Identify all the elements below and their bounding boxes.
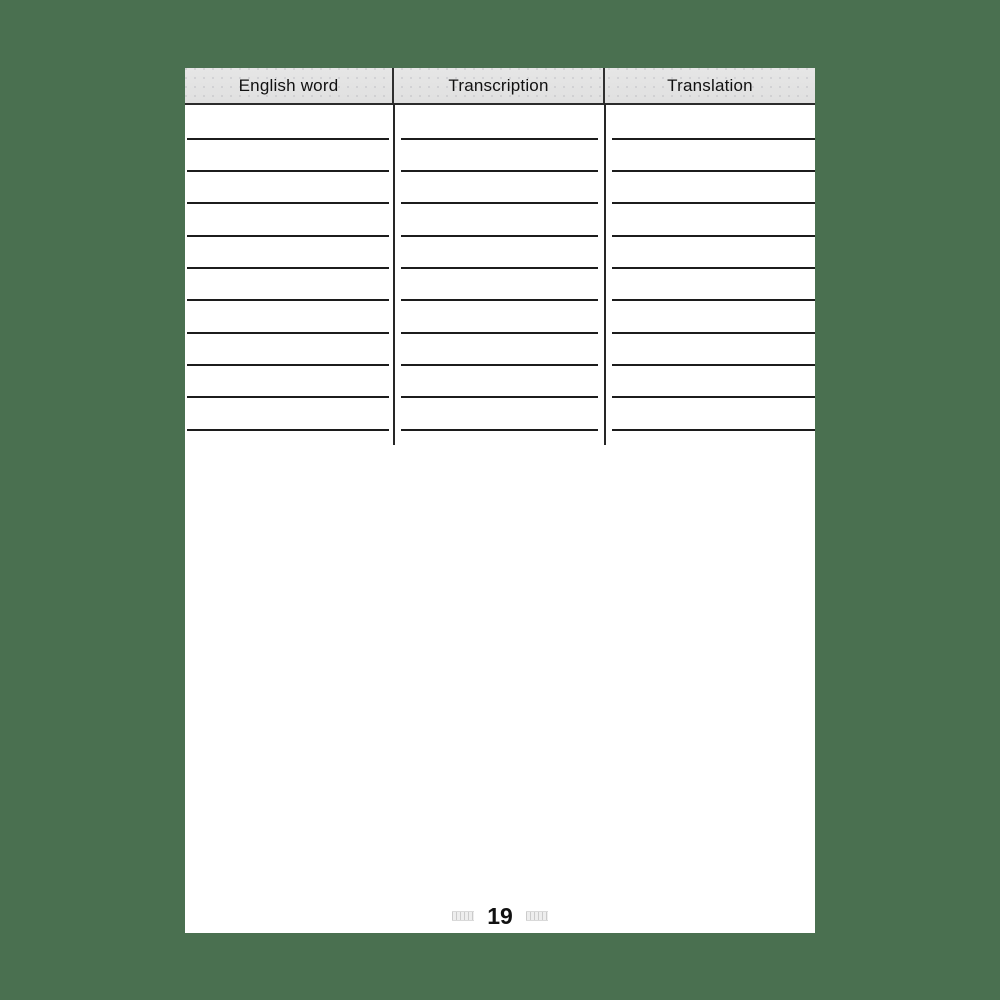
row-writing-line[interactable] xyxy=(187,396,389,398)
row-writing-line[interactable] xyxy=(612,299,815,301)
row-writing-line[interactable] xyxy=(612,138,815,140)
row-writing-line[interactable] xyxy=(187,429,389,431)
row-writing-line[interactable] xyxy=(612,364,815,366)
row-writing-line[interactable] xyxy=(187,170,389,172)
row-writing-line[interactable] xyxy=(187,332,389,334)
row-writing-line[interactable] xyxy=(401,299,598,301)
page-number: 19 xyxy=(487,902,513,929)
row-writing-line[interactable] xyxy=(401,235,598,237)
row-writing-line[interactable] xyxy=(401,138,598,140)
vocabulary-table: English word Transcription Translation xyxy=(185,68,815,446)
page-footer: 19 xyxy=(185,902,815,930)
column-header-transcription: Transcription xyxy=(394,68,605,103)
column-header-english-word: English word xyxy=(185,68,394,103)
row-writing-line[interactable] xyxy=(187,202,389,204)
row-writing-line[interactable] xyxy=(187,364,389,366)
dashed-bar-ornament-left-icon xyxy=(452,911,475,921)
row-writing-line[interactable] xyxy=(612,170,815,172)
row-writing-line[interactable] xyxy=(612,267,815,269)
row-writing-line[interactable] xyxy=(187,267,389,269)
worksheet-page: English word Transcription Translation 1… xyxy=(185,68,815,933)
row-writing-line[interactable] xyxy=(401,396,598,398)
row-writing-line[interactable] xyxy=(401,267,598,269)
row-writing-line[interactable] xyxy=(401,429,598,431)
row-writing-line[interactable] xyxy=(612,202,815,204)
row-writing-line[interactable] xyxy=(612,332,815,334)
table-writing-rows xyxy=(185,105,815,446)
dashed-bar-ornament-right-icon xyxy=(525,911,548,921)
row-writing-line[interactable] xyxy=(187,138,389,140)
row-writing-line[interactable] xyxy=(612,396,815,398)
column-header-transcription-label: Transcription xyxy=(448,75,549,95)
row-writing-line[interactable] xyxy=(187,299,389,301)
row-writing-line[interactable] xyxy=(401,364,598,366)
column-header-english-word-label: English word xyxy=(238,75,339,95)
row-writing-line[interactable] xyxy=(401,170,598,172)
row-writing-line[interactable] xyxy=(612,429,815,431)
column-header-translation: Translation xyxy=(605,68,815,103)
row-writing-line[interactable] xyxy=(612,235,815,237)
table-header-row: English word Transcription Translation xyxy=(185,68,815,105)
column-header-translation-label: Translation xyxy=(667,75,753,95)
row-writing-line[interactable] xyxy=(401,332,598,334)
row-writing-line[interactable] xyxy=(187,235,389,237)
row-writing-line[interactable] xyxy=(401,202,598,204)
